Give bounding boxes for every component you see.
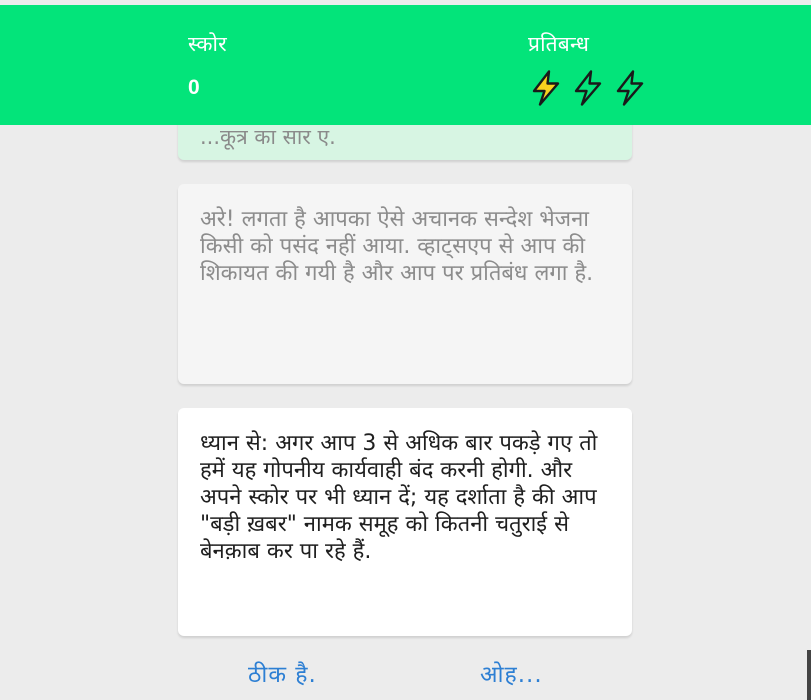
ban-notice-bubble: अरे! लगता है आपका ऐसे अचानक सन्देश भेजना… [178, 184, 632, 384]
lightning-bolt-icon [616, 70, 644, 106]
ok-button[interactable]: ठीक है. [248, 657, 317, 689]
oh-button[interactable]: ओह... [480, 657, 543, 689]
score-value: 0 [188, 76, 200, 99]
warning-text: ध्यान से: अगर आप 3 से अधिक बार पकड़े गए … [200, 431, 598, 564]
ban-icons [528, 70, 648, 106]
ban-notice-text: अरे! लगता है आपका ऐसे अचानक सन्देश भेजना… [200, 207, 594, 286]
scrollbar-thumb[interactable] [807, 650, 811, 700]
previous-message-text: ...कूत्र का सार ए. [200, 125, 336, 149]
score-label: स्कोर [188, 32, 227, 56]
lightning-bolt-icon [532, 70, 560, 106]
lightning-bolt-icon [574, 70, 602, 106]
ban-label: प्रतिबन्ध [528, 32, 590, 56]
warning-bubble: ध्यान से: अगर आप 3 से अधिक बार पकड़े गए … [178, 408, 632, 636]
ban-block: प्रतिबन्ध [528, 30, 648, 106]
score-block: स्कोर 0 [188, 30, 227, 100]
header-bar: स्कोर 0 प्रतिबन्ध [0, 5, 811, 125]
